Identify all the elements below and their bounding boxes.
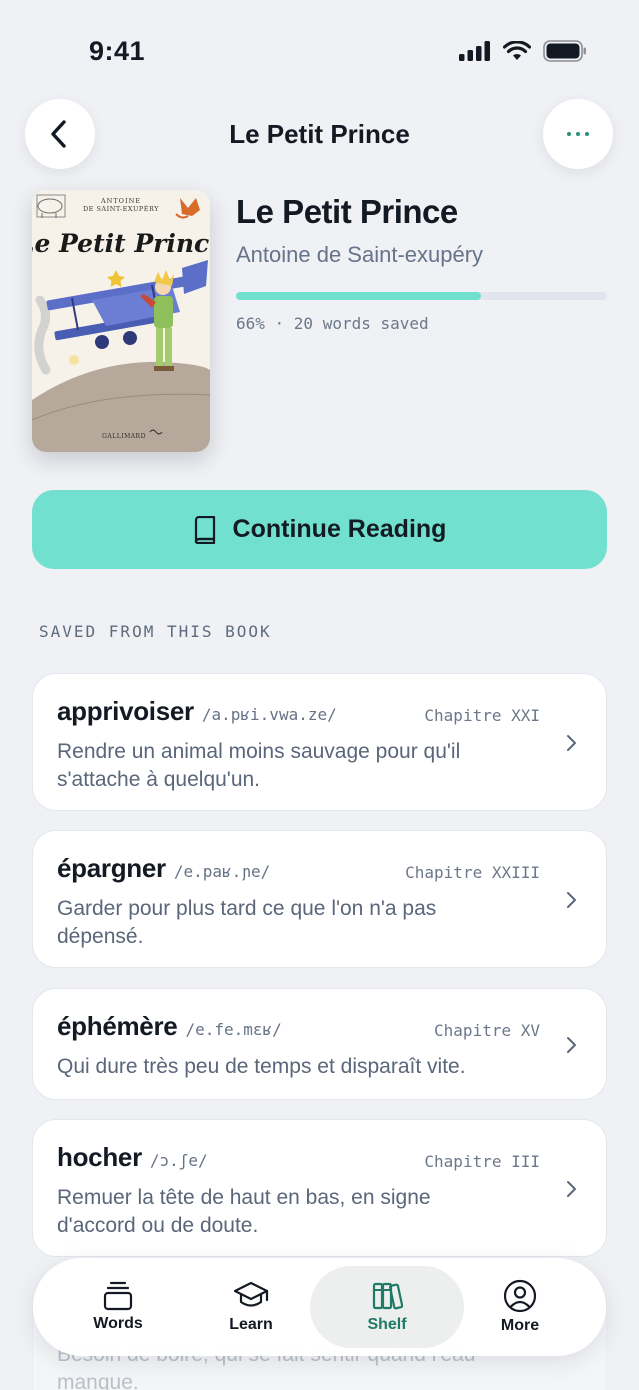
continue-reading-label: Continue Reading xyxy=(232,515,447,543)
chevron-right-icon xyxy=(567,1037,576,1053)
cards-stack-icon xyxy=(103,1281,133,1311)
word-chapter: Chapitre XXIII xyxy=(405,863,540,882)
chevron-right-icon xyxy=(567,1181,576,1197)
reading-progress-bar xyxy=(236,292,607,300)
book-cover-illustration: ANTOINE DE SAINT-EXUPÉRY Le Petit Prince xyxy=(32,190,210,452)
word-card[interactable]: épargner/e.paʁ.ɲe/ Chapitre XXIII Garder… xyxy=(32,830,607,968)
tab-label: More xyxy=(500,1317,540,1334)
word-card[interactable]: éphémère/e.fe.mɛʁ/ Chapitre XV Qui dure … xyxy=(32,988,607,1100)
books-icon xyxy=(372,1282,403,1310)
word-term: hocher xyxy=(57,1142,142,1172)
word-ipa: /ɔ.ʃe/ xyxy=(149,1151,208,1170)
tab-label: Words xyxy=(93,1315,143,1332)
word-card[interactable]: apprivoiser/a.pʁi.vwa.ze/ Chapitre XXI R… xyxy=(32,673,607,811)
word-ipa: /e.fe.mɛʁ/ xyxy=(185,1020,282,1039)
chevron-right-icon xyxy=(567,892,576,908)
word-term: épargner xyxy=(57,853,166,883)
chevron-right-icon xyxy=(567,735,576,751)
battery-icon xyxy=(543,40,586,62)
user-circle-icon xyxy=(503,1279,537,1313)
word-definition: Garder pour plus tard ce que l'on n'a pa… xyxy=(57,897,437,948)
word-term: éphémère xyxy=(57,1011,178,1041)
status-icons xyxy=(459,40,587,62)
status-time: 9:41 xyxy=(89,36,146,66)
word-card[interactable]: hocher/ɔ.ʃe/ Chapitre III Remuer la tête… xyxy=(32,1119,607,1257)
cover-publisher: GALLIMARD xyxy=(102,433,146,440)
book-author: Antoine de Saint-exupéry xyxy=(236,242,484,267)
continue-reading-button[interactable]: Continue Reading xyxy=(32,490,607,569)
tab-learn[interactable]: Learn xyxy=(176,1266,326,1348)
graduation-cap-icon xyxy=(233,1281,269,1307)
word-chapter: Chapitre III xyxy=(424,1152,540,1171)
book-title: Le Petit Prince xyxy=(236,193,458,230)
cover-author-line2: DE SAINT-EXUPÉRY xyxy=(83,204,159,213)
word-term-line: épargner/e.paʁ.ɲe/ xyxy=(57,853,270,884)
tab-label: Learn xyxy=(229,1316,273,1333)
tab-label: Shelf xyxy=(367,1316,407,1333)
tab-more[interactable]: More xyxy=(445,1266,595,1348)
word-ipa: /a.pʁi.vwa.ze/ xyxy=(201,705,337,724)
cover-title: Le Petit Prince xyxy=(32,229,210,258)
progress-text: 66% · 20 words saved xyxy=(236,314,429,333)
book-icon xyxy=(194,515,215,544)
tab-shelf[interactable]: Shelf xyxy=(310,1266,464,1348)
bottom-tab-bar: Words Learn Shelf More xyxy=(33,1258,606,1356)
book-cover[interactable]: ANTOINE DE SAINT-EXUPÉRY Le Petit Prince xyxy=(32,190,210,452)
word-term-line: éphémère/e.fe.mɛʁ/ xyxy=(57,1011,282,1042)
word-definition: Qui dure très peu de temps et disparaît … xyxy=(57,1055,466,1078)
status-bar: 9:41 xyxy=(0,0,639,100)
word-term-line: hocher/ɔ.ʃe/ xyxy=(57,1142,208,1173)
cover-author-line1: ANTOINE xyxy=(100,197,141,205)
reading-progress-fill xyxy=(236,292,481,300)
wifi-icon xyxy=(503,41,531,60)
word-chapter: Chapitre XV xyxy=(434,1021,540,1040)
word-definition: Rendre un animal moins sauvage pour qu'i… xyxy=(57,740,461,791)
section-header: SAVED FROM THIS BOOK xyxy=(39,622,272,641)
word-term-line: apprivoiser/a.pʁi.vwa.ze/ xyxy=(57,696,337,727)
word-definition: Remuer la tête de haut en bas, en signe … xyxy=(57,1186,431,1237)
word-term: apprivoiser xyxy=(57,696,194,726)
cellular-signal-icon xyxy=(459,41,490,61)
ellipsis-icon xyxy=(567,132,589,136)
tab-words[interactable]: Words xyxy=(43,1266,193,1348)
word-chapter: Chapitre XXI xyxy=(424,706,540,725)
word-ipa: /e.paʁ.ɲe/ xyxy=(173,862,271,881)
more-options-button[interactable] xyxy=(543,99,613,169)
